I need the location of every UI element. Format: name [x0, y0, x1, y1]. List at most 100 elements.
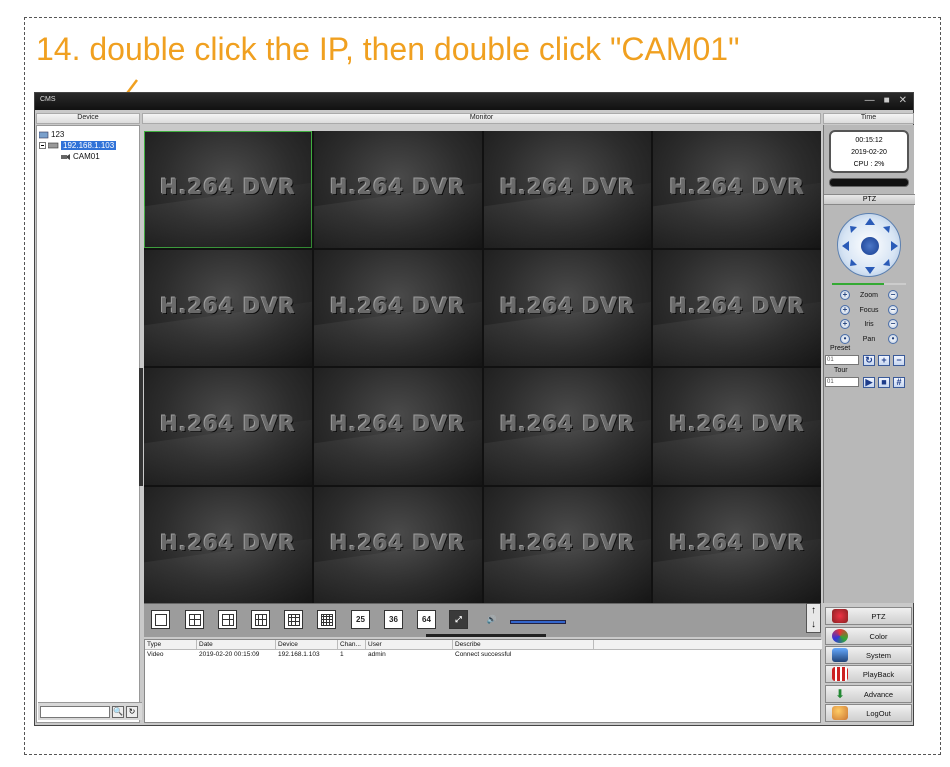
- tour-stop-icon[interactable]: ■: [878, 377, 890, 388]
- video-cell[interactable]: H.264 DVR: [653, 131, 821, 248]
- search-icon[interactable]: 🔍: [112, 705, 124, 718]
- log-col-date[interactable]: Date: [197, 640, 276, 650]
- control-panel: 00:15:12 2019-02-20 CPU : 2% PTZ + Zoom …: [823, 125, 915, 603]
- menu-ptz-button[interactable]: PTZ: [825, 607, 912, 625]
- fullscreen-icon[interactable]: ⤢: [449, 610, 468, 629]
- layout-36-button[interactable]: 36: [384, 610, 403, 629]
- video-cell[interactable]: H.264 DVR: [483, 368, 652, 485]
- log-col-describe[interactable]: Describe: [453, 640, 594, 650]
- mute-icon[interactable]: 🔊: [482, 610, 501, 629]
- iris-open-button[interactable]: +: [840, 319, 850, 329]
- log-col-user[interactable]: User: [366, 640, 453, 650]
- color-icon: [832, 629, 848, 643]
- focus-in-button[interactable]: +: [840, 305, 850, 315]
- video-cell[interactable]: H.264 DVR: [313, 368, 482, 485]
- video-cell-label: H.264 DVR: [329, 175, 466, 199]
- preset-select[interactable]: 01: [825, 355, 859, 365]
- layout-6-button[interactable]: [218, 610, 237, 629]
- volume-slider[interactable]: [510, 620, 566, 624]
- video-cell-label: H.264 DVR: [669, 175, 805, 199]
- layout-1-button[interactable]: [151, 610, 170, 629]
- refresh-icon[interactable]: ↻: [126, 705, 138, 718]
- panel-collapse-handle[interactable]: [139, 368, 143, 486]
- tree-camera-label: CAM01: [73, 152, 100, 161]
- menu-system-button[interactable]: System: [825, 646, 912, 664]
- log-col-device[interactable]: Device: [276, 640, 338, 650]
- layout-9-button[interactable]: [284, 610, 303, 629]
- tree-camera[interactable]: CAM01: [61, 152, 100, 161]
- close-button[interactable]: ✕: [899, 95, 907, 106]
- log-col-channel[interactable]: Chan...: [338, 640, 366, 650]
- zoom-in-button[interactable]: +: [840, 290, 850, 300]
- layout-16-button[interactable]: [317, 610, 336, 629]
- zoom-out-button[interactable]: −: [888, 290, 898, 300]
- log-col-type[interactable]: Type: [145, 640, 197, 650]
- video-cell[interactable]: H.264 DVR: [313, 131, 482, 248]
- video-cell[interactable]: H.264 DVR: [483, 131, 652, 248]
- device-search-input[interactable]: [40, 705, 110, 718]
- tour-select[interactable]: 01: [825, 377, 859, 387]
- menu-ptz-label: PTZ: [871, 611, 886, 621]
- tree-root-label: 123: [51, 130, 65, 139]
- menu-system-label: System: [865, 650, 891, 660]
- layout-4-button[interactable]: [185, 610, 204, 629]
- menu-logout-button[interactable]: LogOut: [825, 704, 912, 722]
- video-cell-label: H.264 DVR: [329, 530, 466, 555]
- video-cell[interactable]: H.264 DVR: [144, 368, 312, 485]
- dvr-device-icon: [48, 142, 59, 148]
- video-cell[interactable]: H.264 DVR: [483, 249, 652, 366]
- ptz-icon: [832, 609, 848, 623]
- main-menu: PTZ Color System PlayBack ⬇ Advance LogO…: [823, 605, 914, 723]
- camera-icon: [61, 154, 70, 160]
- video-cell[interactable]: H.264 DVR: [144, 486, 312, 603]
- video-cell[interactable]: H.264 DVR: [653, 486, 821, 603]
- instruction-caption: 14. double click the IP, then double cli…: [36, 31, 740, 67]
- preset-goto-icon[interactable]: ↻: [863, 355, 875, 366]
- log-scroll-arrows[interactable]: ↑ ↓: [806, 603, 821, 633]
- iris-close-button[interactable]: −: [888, 319, 898, 329]
- preset-remove-icon[interactable]: −: [893, 355, 905, 366]
- playback-icon: [832, 667, 848, 681]
- ptz-direction-pad[interactable]: [837, 213, 901, 277]
- tour-play-icon[interactable]: ▶: [863, 377, 875, 388]
- minimize-button[interactable]: —: [865, 95, 875, 106]
- advance-icon: ⬇: [834, 687, 846, 701]
- video-cell[interactable]: H.264 DVR: [144, 249, 312, 366]
- ptz-section-title: PTZ: [824, 194, 915, 205]
- ptz-center-button[interactable]: [861, 237, 879, 255]
- cpu-usage: CPU : 2%: [853, 161, 885, 168]
- video-cell[interactable]: H.264 DVR: [313, 486, 482, 603]
- pan-stop-button[interactable]: •: [888, 334, 898, 344]
- system-icon: [832, 648, 848, 662]
- ptz-iris-row: + Iris −: [840, 318, 898, 330]
- splitter-grip[interactable]: [426, 634, 546, 637]
- focus-out-button[interactable]: −: [888, 305, 898, 315]
- video-cell[interactable]: H.264 DVR: [313, 249, 482, 366]
- ptz-speed-slider[interactable]: [832, 283, 906, 285]
- menu-color-button[interactable]: Color: [825, 627, 912, 645]
- video-cell-label: H.264 DVR: [499, 530, 636, 555]
- layout-25-button[interactable]: 25: [351, 610, 370, 629]
- menu-playback-button[interactable]: PlayBack: [825, 665, 912, 683]
- menu-advance-button[interactable]: ⬇ Advance: [825, 685, 912, 703]
- pan-start-button[interactable]: •: [840, 334, 850, 344]
- video-cell[interactable]: H.264 DVR: [483, 486, 652, 603]
- layout-toolbar: 25 36 64 ⤢ 🔊: [144, 603, 821, 637]
- tour-grid-icon[interactable]: #: [893, 377, 905, 388]
- status-bar: [829, 178, 909, 187]
- menu-logout-label: LogOut: [866, 708, 891, 718]
- video-cell[interactable]: H.264 DVR: [653, 249, 821, 366]
- pan-label: Pan: [862, 335, 876, 343]
- maximize-button[interactable]: ■: [884, 95, 890, 106]
- layout-8-button[interactable]: [251, 610, 270, 629]
- menu-advance-label: Advance: [863, 689, 894, 699]
- layout-64-button[interactable]: 64: [417, 610, 436, 629]
- cms-window: CMS — ■ ✕ Device Monitor Time 123 192.16…: [34, 92, 915, 726]
- tree-device-ip[interactable]: 192.168.1.103: [39, 141, 117, 150]
- video-cell[interactable]: H.264 DVR: [144, 131, 312, 248]
- tree-root[interactable]: 123: [39, 130, 64, 139]
- video-cell[interactable]: H.264 DVR: [653, 368, 821, 485]
- preset-add-icon[interactable]: +: [878, 355, 890, 366]
- video-cell-label: H.264 DVR: [160, 293, 296, 318]
- log-cell-channel: 1: [340, 651, 344, 658]
